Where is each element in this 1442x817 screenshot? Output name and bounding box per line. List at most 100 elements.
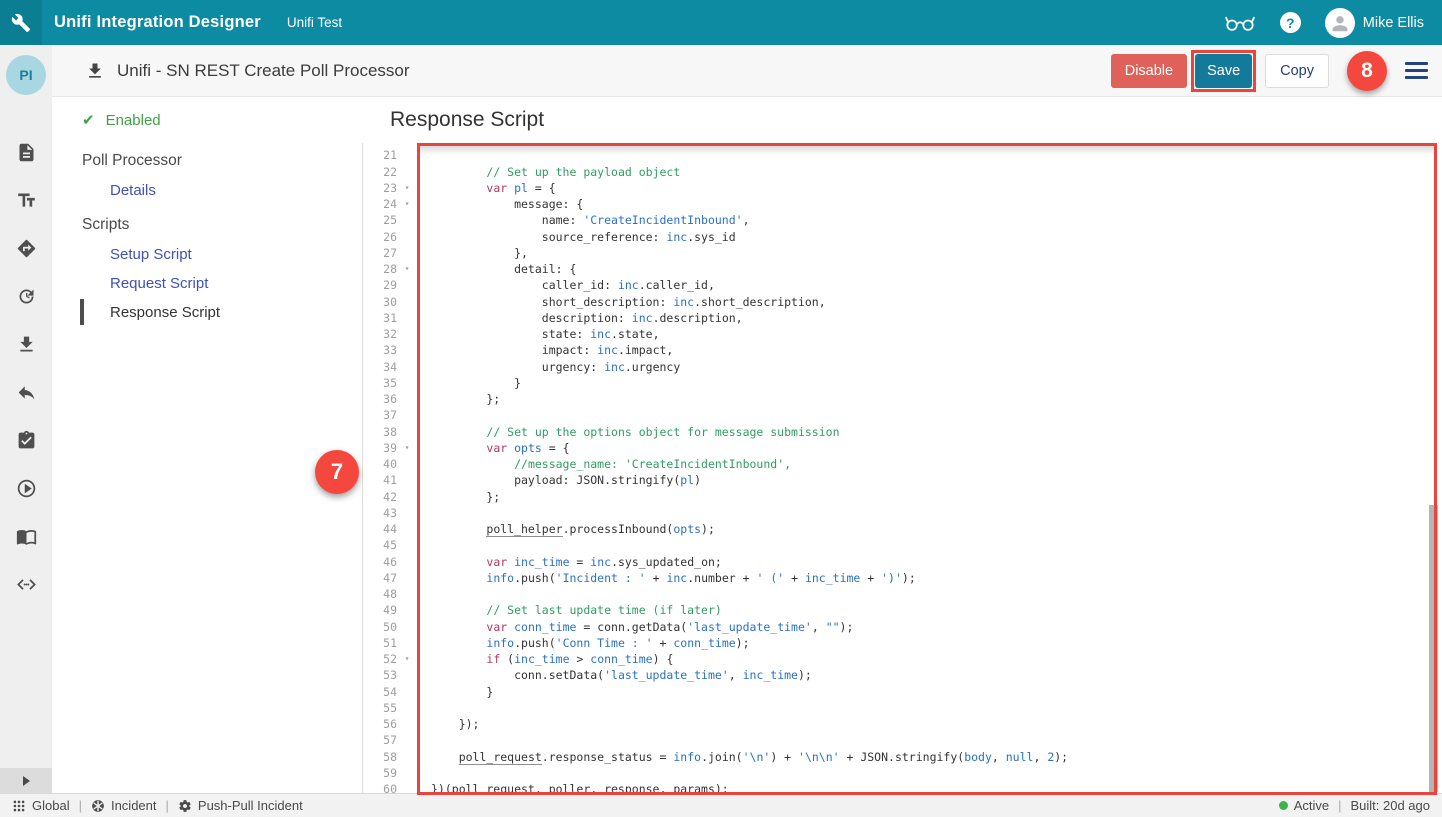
fold-arrow-icon[interactable]: ▾ <box>397 196 417 212</box>
code-line[interactable]: 24 ▾ message: { <box>363 196 1442 212</box>
nav-item-response-script[interactable]: Response Script <box>80 299 362 325</box>
nav-item-details[interactable]: Details <box>82 180 362 200</box>
code-line[interactable]: 29 caller_id: inc.caller_id, <box>363 277 1442 293</box>
code-editor[interactable]: 20 body.result.forEach(function (inc) {2… <box>362 143 1442 793</box>
code-line[interactable]: 52 ▾ if (inc_time > conn_time) { <box>363 651 1442 667</box>
code-text: body.result.forEach(function (inc) { <box>417 143 708 147</box>
rail-directions-icon[interactable] <box>2 224 50 272</box>
code-line[interactable]: 57 <box>363 732 1442 748</box>
code-line[interactable]: 32 state: inc.state, <box>363 326 1442 342</box>
code-text: } <box>431 375 522 390</box>
code-line[interactable]: 50 var conn_time = conn.getData('last_up… <box>363 619 1442 635</box>
code-line[interactable]: 56 }); <box>363 716 1442 732</box>
code-line[interactable]: 23 ▾ var pl = { <box>363 180 1442 196</box>
code-line[interactable]: 35 } <box>363 375 1442 391</box>
code-line[interactable]: 51 info.push('Conn Time : ' + conn_time)… <box>363 635 1442 651</box>
rail-update-icon[interactable] <box>2 272 50 320</box>
code-line[interactable]: 38 // Set up the options object for mess… <box>363 424 1442 440</box>
code-line[interactable]: 55 <box>363 700 1442 716</box>
code-line[interactable]: 42 }; <box>363 489 1442 505</box>
line-number: 39 <box>383 440 397 455</box>
text-fields-icon <box>17 193 35 207</box>
integration-name[interactable]: Unifi Test <box>287 15 342 30</box>
nav-item-request-script[interactable]: Request Script <box>82 273 362 293</box>
annotation-step-8: 8 <box>1347 50 1387 91</box>
code-line[interactable]: 30 short_description: inc.short_descript… <box>363 294 1442 310</box>
code-line[interactable]: 27 }, <box>363 245 1442 261</box>
code-text: payload: JSON.stringify(pl) <box>431 473 702 488</box>
rail-text-fields-icon[interactable] <box>2 176 50 224</box>
code-line[interactable]: 34 urgency: inc.urgency <box>363 359 1442 375</box>
code-line[interactable]: 48 <box>363 586 1442 602</box>
fold-arrow-icon[interactable]: ▾ <box>397 261 417 277</box>
collapse-sidebar-button[interactable] <box>0 768 52 793</box>
rail-download-icon[interactable] <box>2 320 50 368</box>
code-text: state: inc.state, <box>431 327 660 341</box>
code-line[interactable]: 26 source_reference: inc.sys_id <box>363 229 1442 245</box>
help-icon[interactable]: ? <box>1279 12 1301 33</box>
line-number: 38 <box>383 424 397 439</box>
line-number: 45 <box>383 538 397 553</box>
code-line[interactable]: 46 var inc_time = inc.sys_updated_on; <box>363 554 1442 570</box>
nav-item-setup-script[interactable]: Setup Script <box>82 244 362 264</box>
code-text: if (inc_time > conn_time) { <box>486 652 674 666</box>
code-text: poll_helper.processInbound(opts); <box>486 522 715 537</box>
code-line[interactable]: 43 <box>363 505 1442 521</box>
line-number: 47 <box>383 570 397 585</box>
code-text: info.push('Conn Time : ' + conn_time); <box>486 635 750 650</box>
line-number: 36 <box>383 392 397 406</box>
code-line[interactable]: 49 // Set last update time (if later) <box>363 602 1442 618</box>
code-line[interactable]: 37 <box>363 407 1442 423</box>
code-line[interactable]: 44 poll_helper.processInbound(opts); <box>363 521 1442 537</box>
code-line[interactable]: 28 ▾ detail: { <box>363 261 1442 277</box>
code-line[interactable]: 22 // Set up the payload object <box>363 164 1442 180</box>
code-line[interactable]: 31 description: inc.description, <box>363 310 1442 326</box>
copy-button[interactable]: Copy <box>1265 53 1329 88</box>
code-line[interactable]: 59 <box>363 765 1442 781</box>
code-line[interactable]: 40 //message_name: 'CreateIncidentInboun… <box>363 456 1442 472</box>
fold-arrow-icon[interactable]: ▾ <box>397 440 417 456</box>
fold-arrow-icon[interactable]: ▾ <box>397 651 417 667</box>
active-status-label: Active <box>1293 798 1330 813</box>
code-text: }; <box>431 392 501 406</box>
menu-icon[interactable] <box>1405 62 1428 79</box>
avatar[interactable]: PI <box>6 55 46 95</box>
rail-assignment-check-icon[interactable] <box>2 416 50 464</box>
rail-document-icon[interactable] <box>2 128 50 176</box>
line-number: 50 <box>383 619 397 634</box>
code-text: }; <box>431 489 501 504</box>
download-icon[interactable] <box>85 61 105 81</box>
code-line[interactable]: 33 impact: inc.impact, <box>363 342 1442 358</box>
code-text: }, <box>431 245 528 260</box>
assignment-check-icon <box>18 430 34 448</box>
rail-book-icon[interactable] <box>2 512 50 560</box>
enabled-toggle[interactable]: ✔ Enabled <box>82 110 362 130</box>
code-line[interactable]: 54 } <box>363 684 1442 700</box>
user-menu[interactable]: Mike Ellis <box>1324 7 1424 38</box>
code-line[interactable]: 47 info.push('Incident : ' + inc.number … <box>363 570 1442 586</box>
code-text: var pl = { <box>486 180 556 195</box>
rail-play-circle-icon[interactable] <box>2 464 50 512</box>
statusbar-item-incident[interactable]: Incident <box>91 798 157 813</box>
code-line[interactable]: 45 <box>363 537 1442 553</box>
code-line[interactable]: 53 conn.setData('last_update_time', inc_… <box>363 667 1442 683</box>
code-line[interactable]: 39 ▾ var opts = { <box>363 440 1442 456</box>
code-line[interactable]: 21 <box>363 147 1442 163</box>
code-line[interactable]: 41 payload: JSON.stringify(pl) <box>363 472 1442 488</box>
disable-button[interactable]: Disable <box>1110 53 1188 88</box>
rail-code-icon[interactable] <box>2 560 50 608</box>
code-line[interactable]: 58 poll_request.response_status = info.j… <box>363 749 1442 765</box>
fold-arrow-icon[interactable]: ▾ <box>397 180 417 196</box>
app-title: Unifi Integration Designer <box>54 13 261 31</box>
code-line[interactable]: 25 name: 'CreateIncidentInbound', <box>363 212 1442 228</box>
save-button[interactable]: Save <box>1195 53 1253 88</box>
code-line[interactable]: 60})(poll_request, poller, response, par… <box>363 781 1442 793</box>
code-text: poll_request.response_status = info.join… <box>458 749 1069 765</box>
glasses-icon[interactable] <box>1224 13 1256 32</box>
statusbar-item-global[interactable]: Global <box>12 798 70 813</box>
statusbar-item-push-pull-incident[interactable]: Push-Pull Incident <box>178 798 303 813</box>
app-logo[interactable] <box>0 0 42 45</box>
rail-reply-icon[interactable] <box>2 368 50 416</box>
editor-scrollbar[interactable] <box>1429 505 1438 792</box>
code-line[interactable]: 36 }; <box>363 391 1442 407</box>
